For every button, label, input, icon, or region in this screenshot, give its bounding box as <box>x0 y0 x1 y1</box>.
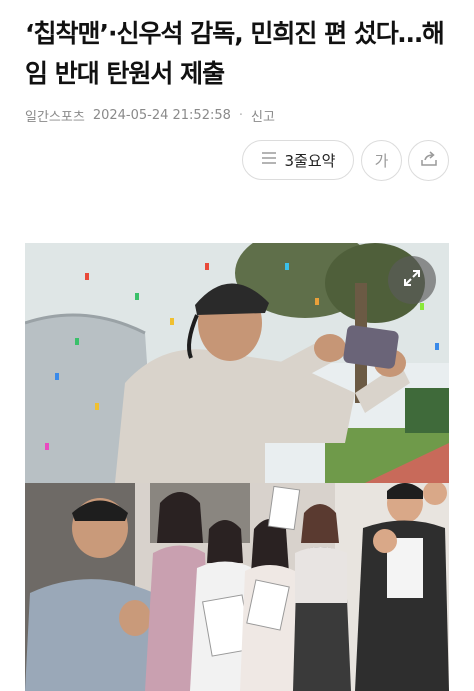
summary-button[interactable]: 3줄요약 <box>242 140 354 180</box>
publish-timestamp: 2024-05-24 21:52:58 <box>92 108 231 123</box>
share-icon <box>420 150 438 171</box>
summary-label: 3줄요약 <box>284 151 336 170</box>
expand-image-button[interactable] <box>388 256 436 304</box>
share-button[interactable] <box>408 140 449 181</box>
expand-icon <box>402 268 422 292</box>
article-meta: 일간스포츠 2024-05-24 21:52:58 · 신고 <box>25 106 275 125</box>
article-photo <box>25 243 449 691</box>
report-link[interactable]: 신고 <box>251 106 275 125</box>
font-size-button[interactable]: 가 <box>361 140 402 181</box>
summary-lines-icon <box>261 151 277 169</box>
photo-top-director <box>25 243 449 483</box>
photo-bottom-group <box>25 483 449 691</box>
source-name[interactable]: 일간스포츠 <box>25 106 85 125</box>
separator-dot: · <box>238 108 244 123</box>
font-size-label: 가 <box>374 152 389 170</box>
article-headline: ‘칩착맨’·신우석 감독, 민희진 편 섰다…해임 반대 탄원서 제출 <box>25 19 445 88</box>
